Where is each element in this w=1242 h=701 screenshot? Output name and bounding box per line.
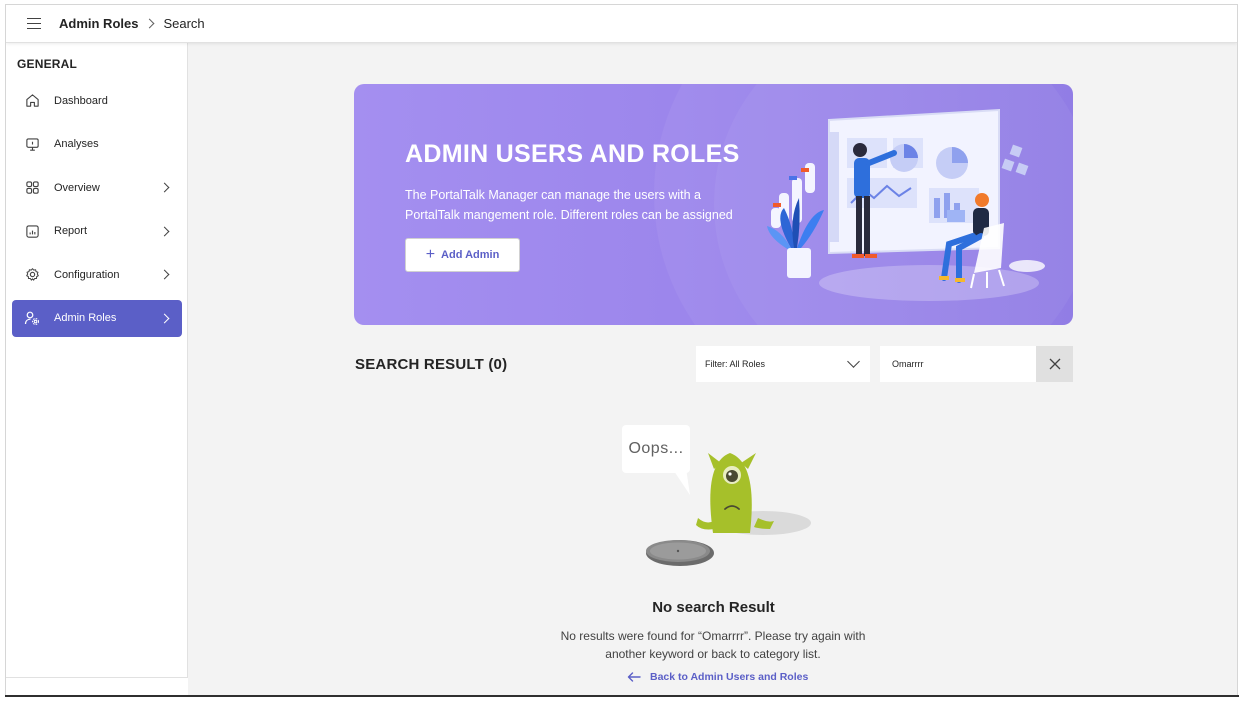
empty-state-message: No results were found for “Omarrrr”. Ple… (560, 629, 866, 661)
sidebar-item-dashboard[interactable]: Dashboard (12, 82, 182, 119)
add-admin-button[interactable]: + Add Admin (405, 238, 520, 272)
window-bottom-edge (5, 695, 1239, 697)
filter-value: Filter: All Roles (705, 359, 766, 369)
clear-search-button[interactable] (1036, 346, 1073, 382)
monitor-icon (24, 136, 40, 152)
sidebar-item-label: Dashboard (54, 94, 108, 107)
close-icon (1049, 358, 1060, 370)
chevron-right-icon (159, 269, 170, 280)
back-to-admin-link[interactable]: Back to Admin Users and Roles (627, 671, 808, 683)
arrow-left-icon (627, 672, 641, 682)
back-link-label: Back to Admin Users and Roles (650, 671, 809, 683)
sidebar-item-admin-roles[interactable]: Admin Roles (12, 299, 182, 337)
plus-icon: + (425, 246, 436, 263)
sidebar-item-label: Configuration (54, 268, 120, 281)
home-icon (24, 93, 40, 109)
report-icon (24, 223, 40, 239)
search-input[interactable] (880, 346, 1036, 382)
sidebar-item-label: Overview (54, 181, 100, 194)
hamburger-menu-icon[interactable] (27, 18, 41, 30)
banner-description: The PortalTalk Manager can manage the us… (405, 188, 733, 222)
chevron-right-icon (159, 313, 170, 324)
gear-icon (24, 267, 40, 283)
sidebar-item-configuration[interactable]: Configuration (12, 256, 182, 293)
role-filter-dropdown[interactable]: Filter: All Roles (696, 346, 870, 382)
sidebar-item-report[interactable]: Report (12, 213, 182, 250)
sidebar-item-label: Report (54, 225, 88, 238)
empty-state-title-row: No search Result (6, 599, 1237, 617)
person-settings-icon (24, 310, 40, 326)
chevron-down-icon (847, 355, 860, 368)
sidebar-item-overview[interactable]: Overview (12, 169, 182, 206)
top-bar: Admin Roles Search (6, 5, 1237, 43)
chevron-right-icon (159, 226, 170, 237)
breadcrumb-current: Search (163, 16, 205, 31)
chevron-right-icon (159, 182, 170, 193)
dashboard-illustration (767, 108, 1045, 301)
chevron-right-icon (145, 18, 155, 29)
sidebar-item-analyses[interactable]: Analyses (12, 126, 182, 163)
sidebar-nav: Dashboard Analyses Overview Report Confi… (12, 82, 182, 344)
banner-title: ADMIN USERS AND ROLES (405, 140, 740, 168)
app-window: Admin Roles Search GENERAL Dashboard Ana… (5, 4, 1238, 696)
sidebar-footer (6, 677, 188, 695)
grid-icon (24, 180, 40, 196)
add-admin-label: Add Admin (441, 249, 500, 261)
sidebar-heading: GENERAL (17, 57, 78, 71)
empty-state-title: No search Result (652, 599, 775, 616)
search-result-title: SEARCH RESULT (0) (355, 356, 508, 373)
oops-speech-bubble: Oops... (622, 425, 690, 473)
oops-text: Oops... (628, 440, 684, 457)
breadcrumb-root[interactable]: Admin Roles (59, 16, 138, 31)
hero-banner: ADMIN USERS AND ROLES The PortalTalk Man… (354, 84, 1073, 325)
sidebar-item-label: Analyses (54, 138, 99, 151)
sidebar-item-label: Admin Roles (54, 312, 117, 325)
